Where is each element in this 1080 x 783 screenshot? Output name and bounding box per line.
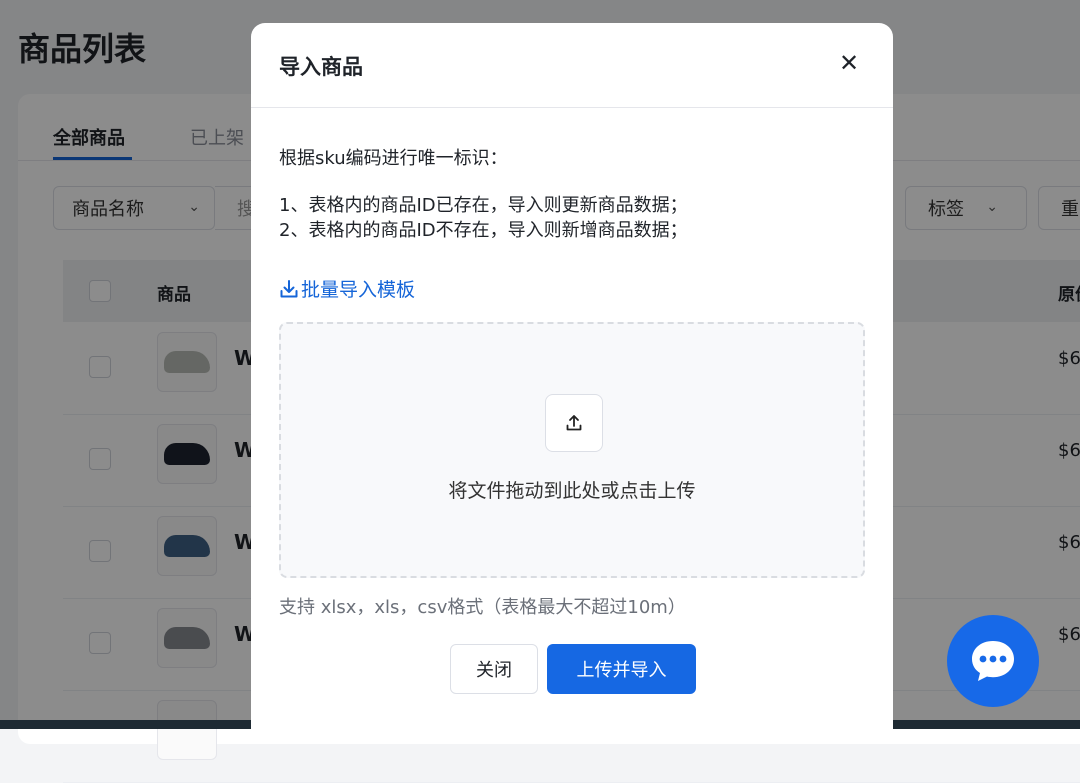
import-rule-1: 1、表格内的商品ID已存在，导入则更新商品数据； (279, 195, 688, 216)
dropzone-text: 将文件拖动到此处或点击上传 (448, 480, 696, 502)
file-dropzone[interactable]: 将文件拖动到此处或点击上传 (279, 322, 865, 578)
upload-and-import-button[interactable]: 上传并导入 (547, 644, 696, 694)
download-icon (280, 279, 298, 297)
upload-icon (566, 415, 582, 431)
chat-bubble-icon (972, 641, 1014, 681)
upload-icon-button[interactable] (545, 394, 603, 452)
import-products-modal: 导入商品 ✕ 根据sku编码进行唯一标识： 1、表格内的商品ID已存在，导入则更… (251, 23, 893, 729)
import-rule-intro: 根据sku编码进行唯一标识： (279, 148, 508, 169)
modal-title: 导入商品 (279, 55, 363, 79)
download-template-link[interactable]: 批量导入模板 (279, 275, 415, 302)
chat-button[interactable] (947, 615, 1039, 707)
close-icon[interactable]: ✕ (835, 49, 863, 77)
download-template-label: 批量导入模板 (301, 279, 416, 301)
modal-header-divider (251, 107, 893, 108)
file-format-hint: 支持 xlsx，xls，csv格式（表格最大不超过10m） (279, 597, 686, 618)
close-button[interactable]: 关闭 (450, 644, 538, 694)
import-rule-2: 2、表格内的商品ID不存在，导入则新增商品数据； (279, 220, 688, 241)
